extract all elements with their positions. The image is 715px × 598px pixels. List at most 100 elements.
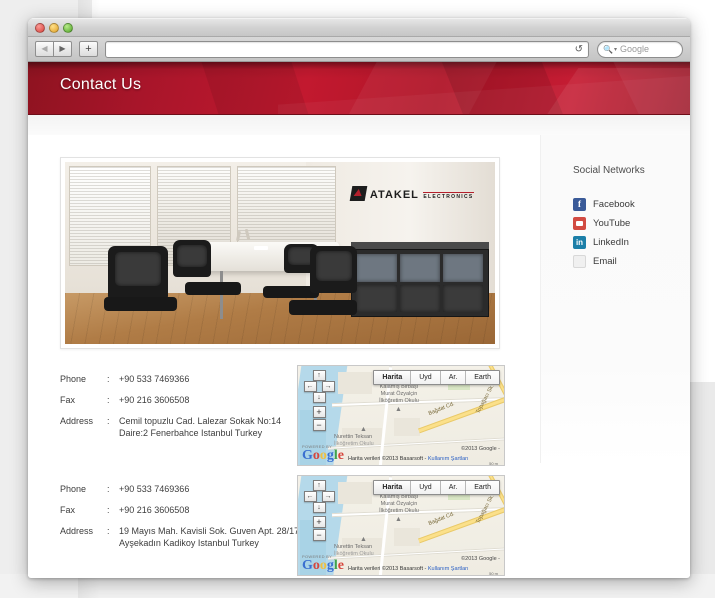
maximize-window-icon[interactable] [63,23,73,33]
map-pan-down-button[interactable]: ↓ [312,392,326,403]
map-terms-link[interactable]: Kullanım Şartları [428,566,469,572]
map-pan-control[interactable]: ↑ ← → ↓ + − [303,370,335,432]
browser-titlebar[interactable] [28,18,690,37]
minimize-window-icon[interactable] [49,23,59,33]
map-type-harita[interactable]: Harita [374,371,412,384]
map-type-arazi[interactable]: Ar. [440,481,467,494]
map-zoom-control[interactable]: + − [303,406,335,431]
map-poi-icon: ▲ [395,406,402,413]
forward-arrow-icon[interactable]: ▶ [53,41,72,57]
contact-colon: : [107,374,110,384]
contact-address-label: Address [60,416,94,426]
map-pan-right-button[interactable]: → [321,381,335,392]
map-pan-right-button[interactable]: → [321,491,335,502]
map-type-earth[interactable]: Earth [466,371,499,384]
google-logo: Google [302,448,344,463]
chevron-down-icon[interactable]: ▾ [614,46,617,53]
email-icon [573,255,586,268]
sidebar-item-label: YouTube [593,218,631,229]
map-type-switcher[interactable]: Harita Uyd Ar. Earth [373,370,500,385]
map-label: Murat Özyalçin [380,501,418,507]
sidebar-item-email[interactable]: Email [573,252,683,271]
photo-chair [310,245,358,294]
map-scale-label: 50 m [489,461,498,466]
map-copyright: ©2013 Google - [461,556,500,562]
social-sidebar-title: Social Networks [573,165,645,176]
search-input[interactable]: 🔍 ▾ Google [597,40,683,58]
map-pan-left-button[interactable]: ← [303,381,317,392]
map-poi-icon: ▲ [395,516,402,523]
map-pan-down-button[interactable]: ↓ [312,502,326,513]
map-scale-label: 50 m [489,571,498,576]
office-photo: ATAKEL ELECTRONICS [65,162,495,344]
map-widget[interactable]: Kalamış Birbaşı Murat Özyalçin İlköğreti… [297,365,505,466]
map-zoom-in-button[interactable]: + [312,406,326,418]
map-label: İlköğretim Okulu [379,398,419,404]
browser-window: ◀ ▶ + ↺ 🔍 ▾ Google Contact Us Social Net… [28,18,690,578]
contact-phone-value: +90 533 7469366 [119,374,190,384]
address-bar[interactable]: ↺ [105,40,589,58]
close-window-icon[interactable] [35,23,45,33]
sidebar-item-linkedin[interactable]: in LinkedIn [573,233,683,252]
banner-facet [191,62,315,114]
banner-facet [328,62,508,114]
contact-fax-row: Fax : +90 216 3606508 [60,504,310,516]
browser-toolbar: ◀ ▶ + ↺ 🔍 ▾ Google [28,37,690,62]
map-type-arazi[interactable]: Ar. [440,371,467,384]
map-label: Nurettin Teksan [334,434,373,440]
desktop-backdrop: ◀ ▶ + ↺ 🔍 ▾ Google Contact Us Social Net… [0,0,715,598]
youtube-icon [573,217,586,230]
contact-address-line1: Cemil topuzlu Cad. Lalezar Sokak No:14 [119,416,282,426]
contact-colon: : [107,505,110,515]
map-terms-link[interactable]: Kullanım Şartları [428,456,469,462]
map-type-earth[interactable]: Earth [466,481,499,494]
contact-address-line2: Ayşekadın Kadikoy Istanbul Turkey [119,538,259,548]
photo-chair [172,240,212,277]
banner-facet [437,62,579,114]
contact-phone-label: Phone [60,374,87,384]
map-zoom-out-button[interactable]: − [312,529,326,541]
contact-fax-value: +90 216 3606508 [119,395,190,405]
contact-address-value: 19 Mayıs Mah. Kavisli Sok. Guven Apt. 28… [119,525,310,549]
contact-block: Phone : +90 533 7469366 Fax : +90 216 36… [60,483,310,558]
map-type-uydu[interactable]: Uyd [411,371,441,384]
map-zoom-out-button[interactable]: − [312,419,326,431]
photo-desk-paper [254,245,269,250]
page-content: Social Networks f Facebook YouTube in Li… [28,135,690,576]
page-viewport: Contact Us Social Networks f Facebook Yo… [28,62,690,576]
contact-fax-label: Fax [60,505,76,515]
contact-phone-value: +90 533 7469366 [119,484,190,494]
map-pan-left-button[interactable]: ← [303,491,317,502]
window-controls[interactable] [35,23,73,33]
atakel-logo-primary: ATAKEL [369,188,419,201]
linkedin-icon: in [573,236,586,249]
reload-icon[interactable]: ↺ [575,44,583,55]
sidebar-item-youtube[interactable]: YouTube [573,214,683,233]
sidebar-item-facebook[interactable]: f Facebook [573,195,683,214]
map-type-uydu[interactable]: Uyd [411,481,441,494]
contact-address-line1: 19 Mayıs Mah. Kavisli Sok. Guven Apt. 28… [119,526,300,536]
map-widget[interactable]: Kalamış Birbaşı Murat Özyalçin İlköğreti… [297,475,505,576]
site-header-banner: Contact Us [28,62,690,115]
google-logo: Google [302,558,344,573]
photo-chair [108,245,169,301]
map-type-harita[interactable]: Harita [374,481,412,494]
header-subbar [28,115,690,135]
map-label: İlköğretim Okulu [334,441,374,447]
contact-address-value: Cemil topuzlu Cad. Lalezar Sokak No:14 D… [119,415,310,439]
search-magnifier-icon: 🔍 [603,44,613,54]
map-pan-up-button[interactable]: ↑ [312,370,326,381]
map-pan-up-button[interactable]: ↑ [312,480,326,491]
map-zoom-control[interactable]: + − [303,516,335,541]
photo-shelf-unit [350,249,489,317]
map-label: Kalamış Birbaşı [379,494,419,500]
map-poi-icon: ▲ [360,426,367,433]
map-zoom-in-button[interactable]: + [312,516,326,528]
atakel-logo-secondary: ELECTRONICS [423,191,474,200]
map-pan-control[interactable]: ↑ ← → ↓ + − [303,480,335,542]
map-type-switcher[interactable]: Harita Uyd Ar. Earth [373,480,500,495]
back-arrow-icon[interactable]: ◀ [35,41,54,57]
new-tab-button[interactable]: + [79,41,98,57]
contact-phone-row: Phone : +90 533 7469366 [60,483,310,495]
contact-fax-label: Fax [60,395,76,405]
